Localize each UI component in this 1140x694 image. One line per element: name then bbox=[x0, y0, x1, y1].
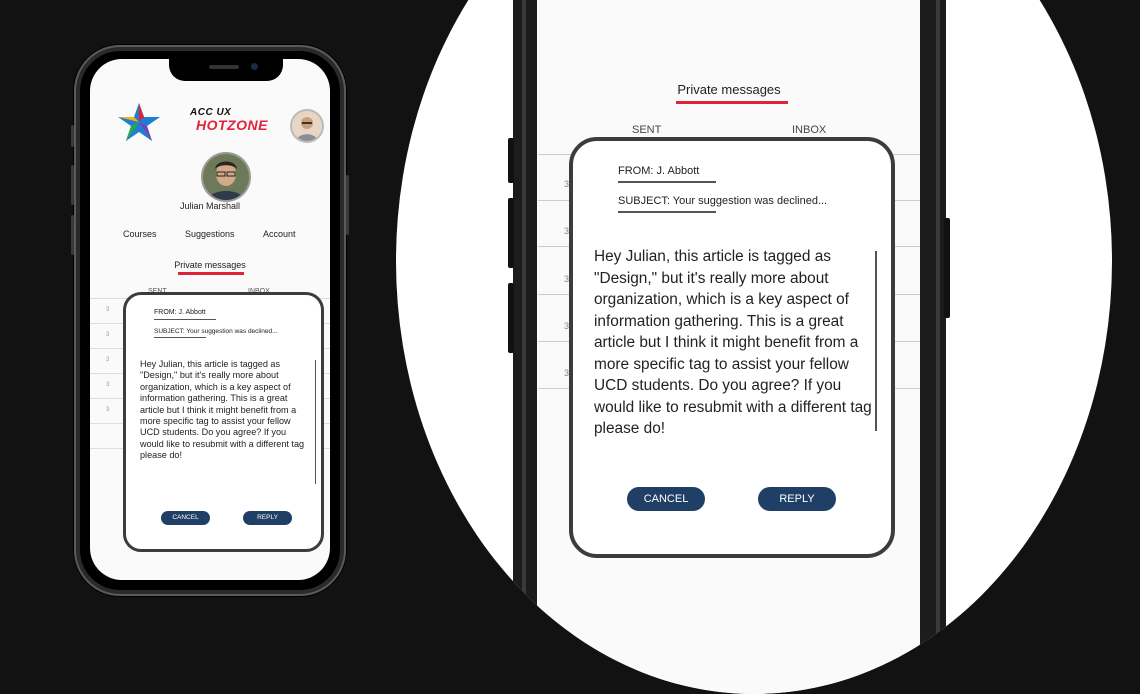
message-dialog: FROM: J. Abbott SUBJECT: Your suggestion… bbox=[123, 292, 324, 552]
message-row-marker: 3 bbox=[106, 332, 110, 338]
zoom-phone-bezel-right bbox=[920, 0, 946, 694]
zoom-phone-button bbox=[508, 138, 514, 183]
zoom-tab-inbox[interactable]: INBOX bbox=[792, 124, 826, 136]
phone-mute-switch bbox=[71, 125, 74, 147]
message-scrollbar[interactable] bbox=[315, 360, 316, 484]
zoom-subject-underline bbox=[618, 211, 716, 213]
phone-mockup: ACC UX HOTZONE Julian Marshall Courses S… bbox=[71, 45, 349, 596]
message-subject: SUBJECT: Your suggestion was declined... bbox=[154, 328, 278, 335]
zoom-phone-frame-left bbox=[522, 0, 526, 694]
phone-volume-up bbox=[71, 165, 74, 205]
front-camera bbox=[251, 63, 258, 70]
zoom-message-dialog: FROM: J. Abbott SUBJECT: Your suggestion… bbox=[569, 137, 895, 558]
section-title: Private messages bbox=[174, 260, 246, 270]
subject-underline bbox=[154, 337, 206, 338]
profile-avatar bbox=[201, 152, 251, 202]
phone-screen: ACC UX HOTZONE Julian Marshall Courses S… bbox=[90, 59, 330, 580]
section-title-underline bbox=[178, 272, 244, 275]
speaker-grill bbox=[209, 65, 239, 69]
zoom-phone-frame-right bbox=[936, 0, 940, 694]
cancel-button[interactable]: CANCEL bbox=[161, 511, 210, 525]
message-body: Hey Julian, this article is tagged as "D… bbox=[140, 359, 305, 461]
nav-account[interactable]: Account bbox=[263, 229, 296, 239]
user-avatar-icon bbox=[203, 154, 249, 200]
zoom-cancel-button[interactable]: CANCEL bbox=[627, 487, 705, 511]
zoom-phone-button bbox=[508, 198, 514, 268]
nav-courses[interactable]: Courses bbox=[123, 229, 157, 239]
zoom-message-subject: SUBJECT: Your suggestion was declined... bbox=[618, 195, 828, 207]
star-logo-icon[interactable] bbox=[116, 102, 162, 142]
zoom-message-body: Hey Julian, this article is tagged as "D… bbox=[594, 248, 872, 437]
zoom-tab-sent[interactable]: SENT bbox=[632, 124, 661, 136]
zoom-reply-button[interactable]: REPLY bbox=[758, 487, 836, 511]
from-underline bbox=[154, 319, 216, 320]
reply-button[interactable]: REPLY bbox=[243, 511, 292, 525]
nav-suggestions[interactable]: Suggestions bbox=[185, 229, 235, 239]
header-avatar[interactable] bbox=[290, 109, 324, 143]
message-from: FROM: J. Abbott bbox=[154, 309, 206, 316]
zoom-phone-button bbox=[944, 218, 950, 318]
brand-name-bottom: HOTZONE bbox=[196, 117, 268, 133]
message-row-marker: 3 bbox=[106, 307, 110, 313]
zoom-phone-button bbox=[508, 283, 514, 353]
message-row-marker: 3 bbox=[106, 357, 110, 363]
profile-name: Julian Marshall bbox=[179, 201, 241, 211]
zoom-from-underline bbox=[618, 181, 716, 183]
phone-volume-down bbox=[71, 215, 74, 255]
message-row-marker: 3 bbox=[106, 407, 110, 413]
zoom-message-from: FROM: J. Abbott bbox=[618, 165, 700, 177]
phone-notch bbox=[169, 59, 283, 81]
user-avatar-icon bbox=[292, 111, 322, 141]
zoom-section-title: Private messages bbox=[677, 82, 781, 97]
zoom-section-title-underline bbox=[676, 101, 788, 104]
message-row-marker: 3 bbox=[106, 382, 110, 388]
phone-power-button bbox=[346, 175, 349, 235]
zoom-message-scrollbar[interactable] bbox=[875, 251, 877, 431]
